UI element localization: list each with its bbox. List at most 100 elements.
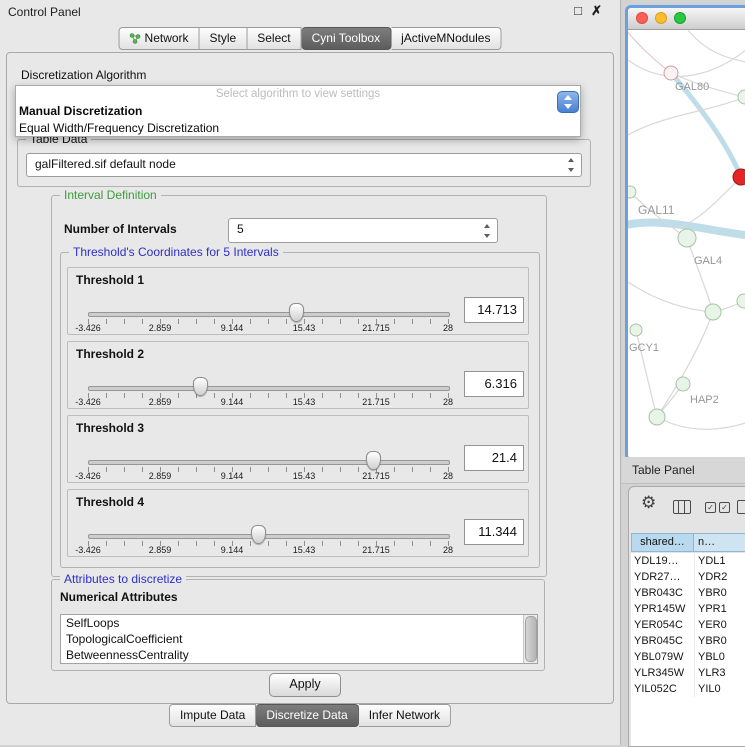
node-label: GCY1 — [629, 342, 659, 354]
num-intervals-value: 5 — [237, 219, 244, 240]
network-canvas[interactable]: GAL80 GAL11 GAL4 GCY1 HAP2 — [628, 30, 745, 453]
slider-track[interactable] — [88, 460, 450, 465]
threshold-value-field[interactable]: 14.713 — [464, 297, 524, 323]
table-row[interactable]: YDR27…YDR2 — [631, 569, 745, 585]
close-window-icon[interactable]: ✗ — [591, 3, 602, 19]
float-window-icon[interactable]: □ — [574, 3, 582, 18]
tab-label: Cyni Toolbox — [312, 31, 380, 46]
zoom-traffic-light-icon[interactable] — [674, 12, 686, 24]
threshold-value-field[interactable]: 6.316 — [464, 371, 524, 397]
network-view-window[interactable]: GAL80 GAL11 GAL4 GCY1 HAP2 — [625, 5, 745, 461]
slider-track[interactable] — [88, 312, 450, 317]
attribute-item-betweennesscentrality[interactable]: BetweennessCentrality — [61, 647, 537, 663]
combobox-stepper-icon — [566, 158, 577, 172]
threshold-value-field[interactable]: 21.4 — [464, 445, 524, 471]
table-row[interactable]: YBR043CYBR0 — [631, 585, 745, 601]
network-node[interactable] — [738, 90, 745, 104]
table-cell: YIL052C — [631, 681, 695, 697]
network-node[interactable] — [678, 229, 696, 247]
table-row[interactable]: YDL19…YDL1 — [631, 553, 745, 569]
network-node[interactable] — [705, 304, 721, 320]
column-header-shared-name[interactable]: shared… — [631, 533, 694, 552]
table-cell: YDR27… — [631, 569, 695, 585]
minimize-traffic-light-icon[interactable] — [655, 12, 667, 24]
network-node[interactable] — [676, 377, 690, 391]
tick-label: 21.715 — [362, 471, 390, 481]
checkbox-icon[interactable]: ✓ — [705, 502, 716, 513]
threshold-slider[interactable]: -3.4262.8599.14415.4321.71528 — [68, 490, 464, 556]
network-node[interactable] — [649, 409, 665, 425]
tab-cyni-toolbox[interactable]: Cyni Toolbox — [302, 27, 391, 50]
checkbox-icon[interactable]: ✓ — [719, 502, 730, 513]
threshold-slider[interactable]: -3.4262.8599.14415.4321.71528 — [68, 342, 464, 408]
tick-label: 2.859 — [149, 545, 172, 555]
table-row[interactable]: YER054CYER0 — [631, 617, 745, 633]
num-intervals-select[interactable]: 5 — [228, 218, 498, 243]
gear-icon[interactable]: ⚙ — [641, 493, 656, 513]
slider-handle[interactable] — [366, 451, 381, 470]
tab-select[interactable]: Select — [247, 27, 301, 50]
algorithm-option-manual-discretization[interactable]: Manual Discretization — [16, 103, 580, 120]
network-node[interactable] — [628, 186, 636, 198]
control-panel-titlebar[interactable]: Control Panel □ ✗ — [0, 0, 620, 24]
threshold-slider[interactable]: -3.4262.8599.14415.4321.71528 — [68, 268, 464, 334]
bottom-tab-infer-network[interactable]: Infer Network — [359, 704, 451, 727]
table-cell: YER054C — [631, 617, 695, 633]
list-scrollbar[interactable] — [523, 615, 537, 663]
tab-label: Style — [210, 31, 237, 46]
tab-style[interactable]: Style — [200, 27, 248, 50]
network-window-titlebar[interactable] — [628, 8, 745, 30]
scrollbar-thumb[interactable] — [525, 616, 537, 662]
attribute-item-topologicalcoefficient[interactable]: TopologicalCoefficient — [61, 631, 537, 647]
network-node[interactable] — [737, 294, 745, 308]
table-panel-header[interactable]: Table Panel — [622, 457, 745, 484]
table-cell: YDL1 — [695, 553, 745, 569]
column-header-name[interactable]: n… — [694, 533, 745, 552]
attribute-item-selfloops[interactable]: SelfLoops — [61, 615, 537, 631]
tick-label: -3.426 — [75, 545, 101, 555]
threshold-panel-2: Threshold 2-3.4262.8599.14415.4321.71528… — [67, 341, 529, 409]
network-node-selected[interactable] — [733, 169, 745, 185]
table-data-select[interactable]: galFiltered.sif default node — [26, 153, 582, 177]
table-row[interactable]: YBL079WYBL0 — [631, 649, 745, 665]
attributes-group-title: Attributes to discretize — [60, 572, 186, 586]
bottom-tab-impute-data[interactable]: Impute Data — [169, 704, 256, 727]
network-node[interactable] — [664, 66, 678, 80]
algorithm-option-equal-width-frequency-discretization[interactable]: Equal Width/Frequency Discretization — [16, 120, 580, 137]
table-cell: YBR0 — [695, 585, 745, 601]
tab-label: jActiveMNodules — [401, 31, 490, 46]
network-graph[interactable]: GAL80 GAL11 GAL4 GCY1 HAP2 — [628, 30, 745, 453]
algorithm-combobox-stepper[interactable] — [557, 91, 579, 113]
columns-icon[interactable] — [673, 500, 691, 514]
table-cell: YBR045C — [631, 633, 695, 649]
table-cell: YBR0 — [695, 633, 745, 649]
tab-jactivemnodules[interactable]: jActiveMNodules — [391, 27, 501, 50]
table-row[interactable]: YBR045CYBR0 — [631, 633, 745, 649]
tick-label: 2.859 — [149, 471, 172, 481]
apply-button[interactable]: Apply — [269, 673, 341, 697]
table-cell: YPR145W — [631, 601, 695, 617]
numerical-attributes-list[interactable]: SelfLoopsTopologicalCoefficientBetweenne… — [60, 614, 538, 664]
table-row[interactable]: YIL052CYIL0 — [631, 681, 745, 697]
num-intervals-label: Number of Intervals — [64, 222, 177, 236]
table-toolbar: ⚙ ✓ ✓ — [629, 487, 745, 531]
table-cell: YDL19… — [631, 553, 695, 569]
slider-track[interactable] — [88, 534, 450, 539]
threshold-panel-4: Threshold 4-3.4262.8599.14415.4321.71528… — [67, 489, 529, 557]
slider-ticks — [88, 541, 449, 546]
threshold-value-field[interactable]: 11.344 — [464, 519, 524, 545]
slider-track[interactable] — [88, 386, 450, 391]
table-row[interactable]: YLR345WYLR3 — [631, 665, 745, 681]
threshold-slider[interactable]: -3.4262.8599.14415.4321.71528 — [68, 416, 464, 482]
attribute-items: SelfLoopsTopologicalCoefficientBetweenne… — [61, 615, 537, 663]
close-traffic-light-icon[interactable] — [636, 12, 648, 24]
cyni-toolbox-panel: Discretization Algorithm Select algorith… — [6, 52, 614, 704]
slider-handle[interactable] — [251, 525, 266, 544]
bottom-tab-discretize-data[interactable]: Discretize Data — [256, 704, 358, 727]
table-cell: YBL0 — [695, 649, 745, 665]
network-node[interactable] — [630, 324, 642, 336]
table-row[interactable]: YPR145WYPR1 — [631, 601, 745, 617]
table-icon[interactable] — [737, 500, 745, 514]
combobox-stepper-icon — [482, 224, 493, 238]
tab-network[interactable]: Network — [119, 27, 200, 50]
